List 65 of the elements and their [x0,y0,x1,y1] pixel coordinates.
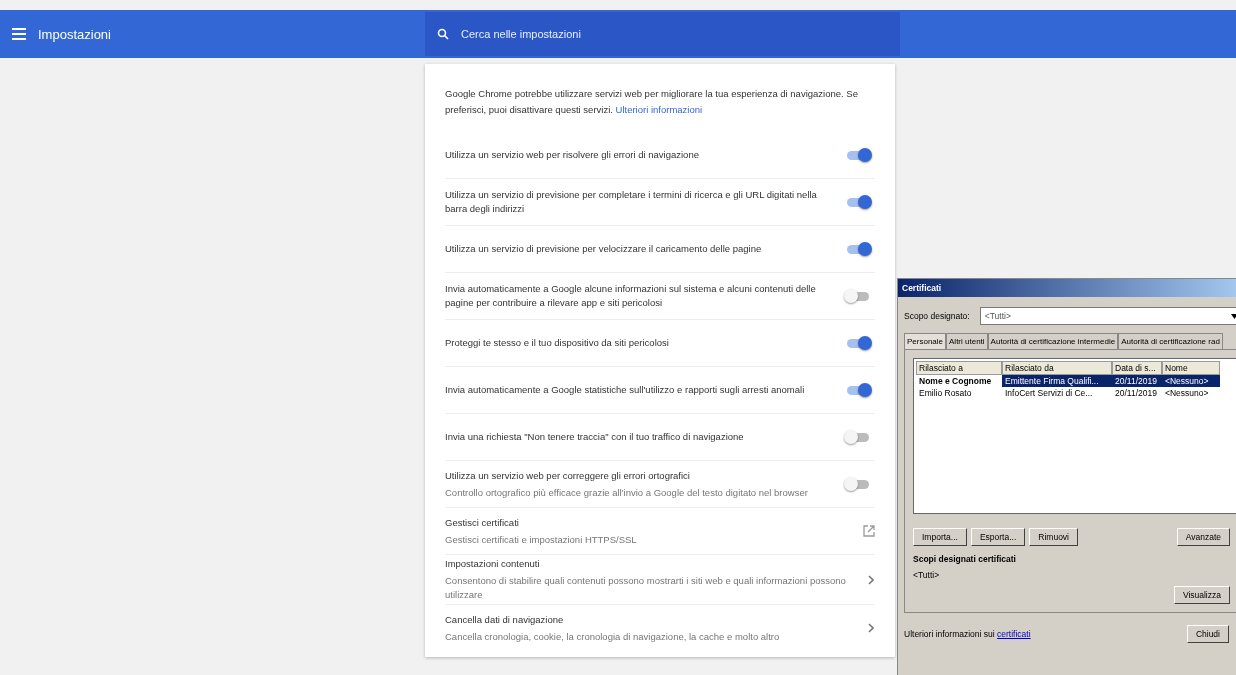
table-cell-text: <Nessuno> [1164,387,1210,399]
search-field[interactable]: Cerca nelle impostazioni [425,12,900,56]
menu-icon[interactable] [12,28,26,40]
table-cell: 20/11/2019 [1112,375,1162,387]
toggle-switch[interactable] [847,432,869,442]
purpose-label: Scopo designato: [904,311,970,321]
table-cell: Emittente Firma Qualifi... [1002,375,1112,387]
dialog-tab[interactable]: Personale [904,333,947,349]
purposes-label: Scopi designati certificati [913,554,1017,564]
table-cell-text: InfoCert Servizi di Ce... [1004,387,1094,399]
external-link-icon[interactable] [863,525,875,537]
page-title: Impostazioni [38,26,111,42]
dialog-title: Certificati [902,283,942,293]
setting-label: Utilizza un servizio web per correggere gli errori ortografici [445,468,691,483]
dialog-tab[interactable]: Altri utenti [946,333,988,349]
dialog-tab[interactable]: Autorità di certificazione intermedie [987,333,1119,349]
toggle-switch[interactable] [847,197,869,207]
toggle-switch[interactable] [847,385,869,395]
dialog-button[interactable]: Importa... [913,528,967,546]
learn-more-link[interactable]: Ulteriori informazioni [615,104,703,115]
certificate-row[interactable]: Emilio Rosato InfoCert Servizi di Ce... 20/11/2019 <Nessuno> [916,387,1236,399]
advanced-button[interactable]: Avanzate [1176,528,1230,546]
setting-label: Utilizza un servizio di previsione per completare i termini di ricerca e gli URL digitati nella barra degli indirizzi [445,188,818,216]
table-cell: <Nessuno> [1162,375,1220,387]
setting-label: Cancella dati di navigazione [445,612,565,627]
toggle-switch[interactable] [847,150,869,160]
purposes-value: <Tutti> [913,570,941,580]
column-header[interactable]: Rilasciato da [1002,361,1112,375]
view-button[interactable]: Visualizza [1173,586,1230,604]
setting-description: Gestisci certificati e impostazioni HTTPS/SSL [445,532,638,547]
dialog-button[interactable]: Rimuovi [1029,528,1078,546]
caret-icon [1231,313,1236,319]
toggle-switch[interactable] [847,244,869,254]
table-cell-text: 20/11/2019 [1114,387,1158,399]
arrow-right-icon[interactable] [868,623,875,633]
certificate-row[interactable]: Nome e Cognome Emittente Firma Qualifi... 20/11/2019 <Nessuno> [916,375,1236,387]
column-header[interactable]: Rilasciato a [916,361,1002,375]
toggle-switch[interactable] [847,338,869,348]
setting-description: Cancella cronologia, cookie, la cronologia di navigazione, la cache e molto altro [445,629,781,644]
dialog-tab[interactable]: Autorità di certificazione rad [1118,333,1223,349]
search-input[interactable]: Cerca nelle impostazioni [459,27,888,41]
setting-label: Invia automaticamente a Google statistiche sull'utilizzo e rapporti sugli arresti anomali [445,383,806,397]
footer-text: Ulteriori informazioni sui certificati [904,629,1031,639]
table-cell-text: Nome e Cognome [918,375,993,387]
setting-label: Utilizza un servizio web per risolvere gli errori di navigazione [445,148,700,162]
setting-description: Consentono di stabilire quali contenuti possono mostrarti i siti web e quali informazioni possono utilizzare [445,574,847,602]
setting-label: Utilizza un servizio di previsione per velocizzare il caricamento delle pagine [445,242,763,256]
setting-label: Gestisci certificati [445,515,520,530]
setting-label: Invia automaticamente a Google alcune informazioni sul sistema e alcuni contenuti delle pagine per contribuire a rilevare app e siti pericolosi [445,282,817,310]
purpose-dropdown[interactable]: <Tutti> [979,307,1236,325]
column-header[interactable]: Data di s... [1112,361,1162,375]
table-cell-text: Emilio Rosato [918,387,973,399]
toggle-switch[interactable] [847,291,869,301]
certificates-link[interactable]: certificati [997,629,1031,639]
setting-label: Impostazioni contenuti [445,557,541,571]
search-icon [437,28,449,40]
setting-description: Controllo ortografico più efficace grazie all'invio a Google del testo digitato nel browser [445,485,809,500]
arrow-right-icon[interactable] [868,574,875,585]
setting-label: Proteggi te stesso e il tuo dispositivo da siti pericolosi [445,336,670,350]
setting-label: Invia una richiesta "Non tenere traccia" con il tuo traffico di navigazione [445,430,745,444]
column-header[interactable]: Nome [1162,361,1220,375]
dialog-button[interactable]: Esporta... [970,528,1026,546]
intro-text: Google Chrome potrebbe utilizzare servizi web per migliorare la tua esperienza di navigazione. Se preferisci, puoi disattivare questi servizi. Ulteriori informazioni [445,87,859,117]
toggle-switch[interactable] [847,479,869,489]
close-button[interactable]: Chiudi [1186,625,1229,643]
